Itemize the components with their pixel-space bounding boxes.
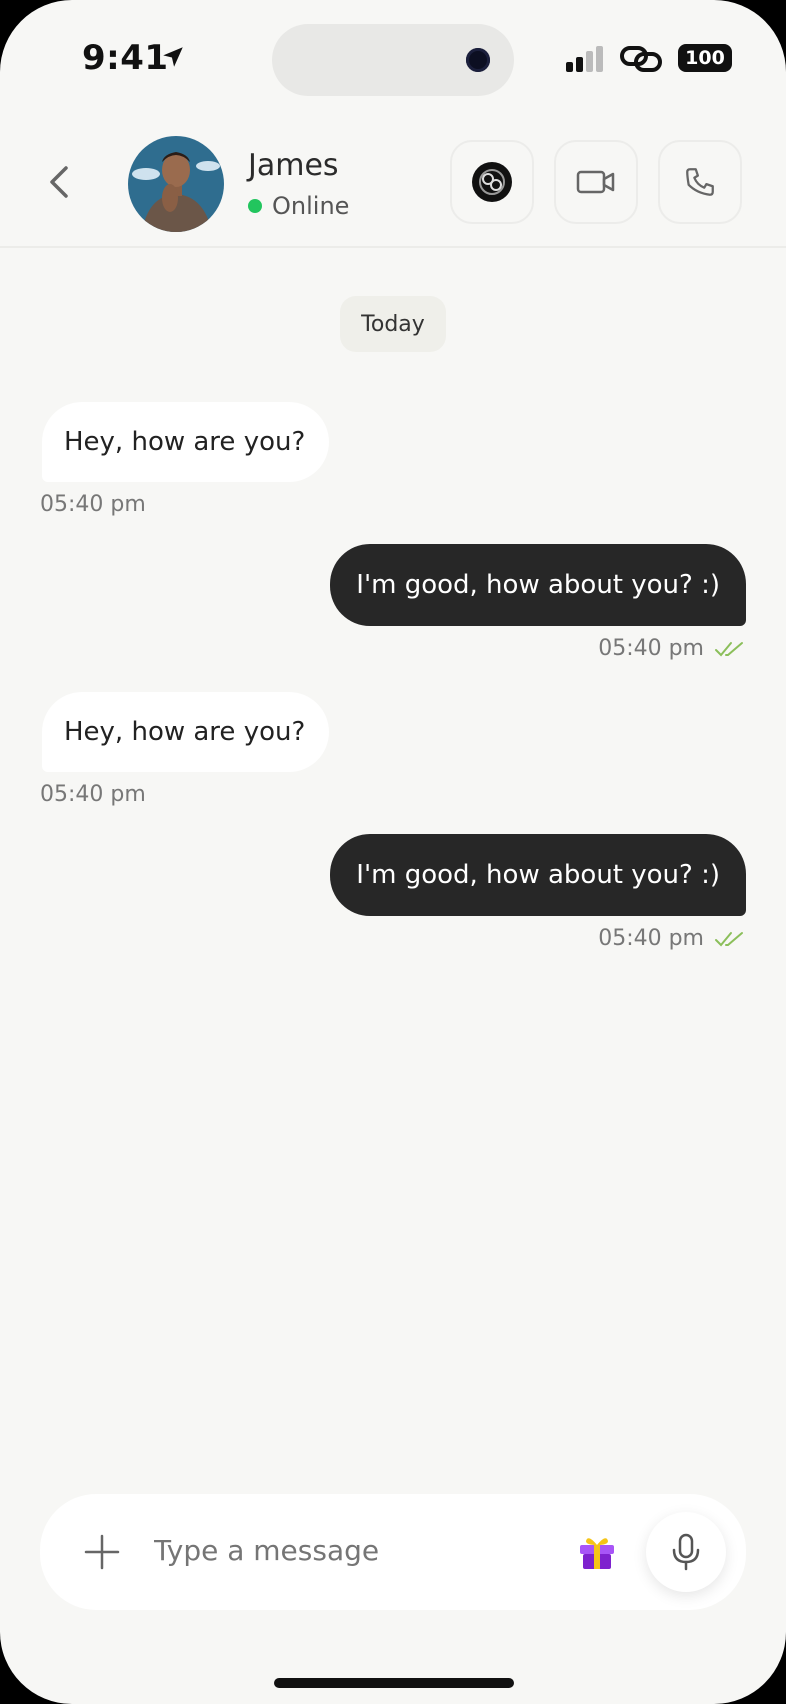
sticker-icon	[472, 162, 512, 202]
mic-icon	[672, 1533, 700, 1571]
message-composer	[40, 1494, 746, 1610]
avatar[interactable]	[128, 136, 224, 232]
online-dot-icon	[248, 199, 262, 213]
camera-dot	[466, 48, 490, 72]
message-input[interactable]	[154, 1534, 514, 1567]
message-meta: 05:40 pm	[598, 926, 746, 951]
back-chevron-icon[interactable]	[42, 160, 78, 204]
message-outgoing[interactable]: I'm good, how about you? :)	[330, 834, 746, 916]
gift-icon[interactable]	[576, 1530, 618, 1572]
presence-status: Online	[248, 192, 349, 220]
message-text: I'm good, how about you? :)	[356, 860, 720, 890]
video-call-button[interactable]	[554, 140, 638, 224]
message-incoming[interactable]: Hey, how are you?	[42, 692, 330, 772]
message-time: 05:40 pm	[598, 636, 704, 661]
location-arrow-icon	[163, 47, 183, 67]
chat-screen: 9:41 100 James Online Today Hey, how are…	[0, 0, 786, 1704]
battery-indicator: 100	[678, 44, 732, 72]
phone-call-button[interactable]	[658, 140, 742, 224]
sticker-button[interactable]	[450, 140, 534, 224]
presence-label: Online	[272, 192, 350, 220]
message-time: 05:40 pm	[40, 492, 146, 517]
read-receipt-icon	[715, 641, 743, 656]
message-text: Hey, how are you?	[64, 427, 306, 457]
add-attachment-icon[interactable]	[82, 1532, 122, 1572]
cellular-signal-icon	[566, 46, 603, 72]
contact-name: James	[248, 148, 339, 183]
message-time: 05:40 pm	[598, 926, 704, 951]
message-incoming[interactable]: Hey, how are you?	[42, 402, 330, 482]
date-separator: Today	[340, 296, 446, 352]
status-time: 9:41	[82, 38, 169, 78]
message-meta: 05:40 pm	[598, 636, 746, 661]
message-outgoing[interactable]: I'm good, how about you? :)	[330, 544, 746, 626]
read-receipt-icon	[715, 931, 743, 946]
status-bar: 9:41 100	[0, 0, 786, 120]
personal-hotspot-icon	[620, 46, 662, 72]
home-indicator[interactable]	[274, 1678, 514, 1688]
voice-record-button[interactable]	[646, 1512, 726, 1592]
battery-level: 100	[685, 47, 725, 69]
chat-header: James Online	[0, 120, 786, 248]
message-text: I'm good, how about you? :)	[356, 570, 720, 600]
video-call-icon	[576, 170, 615, 194]
phone-call-icon	[686, 168, 714, 196]
message-time: 05:40 pm	[40, 782, 146, 807]
message-text: Hey, how are you?	[64, 717, 306, 747]
